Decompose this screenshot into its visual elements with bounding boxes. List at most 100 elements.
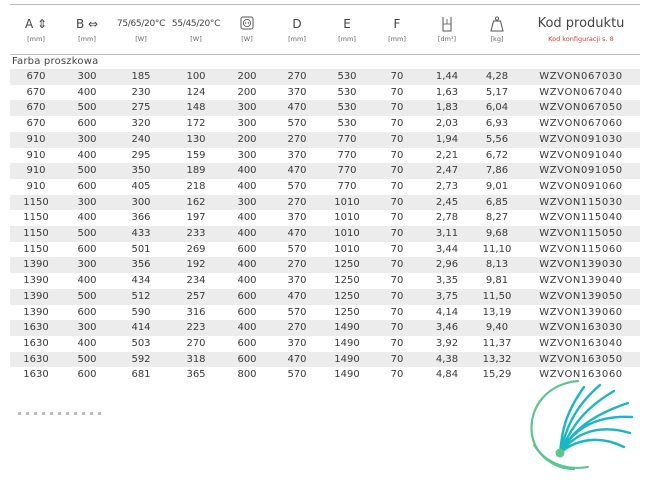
cell-power-75: 366 — [131, 212, 151, 224]
cell-volume: 2,96 — [422, 257, 472, 274]
cell-volume: 2,47 — [422, 163, 472, 179]
cell-b: 300 — [62, 69, 112, 85]
header-d-label: D — [292, 17, 302, 31]
header-e-unit: [mm] — [338, 35, 356, 43]
cell-b: 400 — [77, 275, 97, 287]
cell-d: 270 — [272, 257, 322, 274]
cell-electric: 600 — [237, 337, 257, 349]
cell-product-code: WZVON139040 — [539, 275, 623, 287]
cell-power-75: 503 — [131, 337, 151, 349]
cell-weight: 6,93 — [485, 118, 509, 130]
cell-a: 1390 — [23, 275, 49, 287]
cell-electric: 300 — [237, 118, 257, 130]
cell-volume: 3,11 — [422, 226, 472, 242]
cell-power-75: 275 — [112, 100, 170, 117]
cell-d: 370 — [287, 86, 307, 98]
header-power-75-unit: [W] — [135, 35, 147, 43]
table-row: 1630 300 414 223 400 270 1490 70 3,46 9,40 WZVON16… — [10, 320, 640, 336]
cell-volume: 1,44 — [422, 69, 472, 85]
section-row: Farba proszkowa — [10, 55, 640, 70]
cell-e: 1010 — [322, 226, 372, 242]
cell-d: 470 — [272, 351, 322, 368]
cell-a: 1630 — [10, 320, 62, 336]
header-power-75-label: 75/65/20°C — [116, 19, 166, 29]
cell-power-55: 148 — [170, 100, 222, 117]
cell-a: 670 — [26, 118, 46, 130]
cell-b: 300 — [62, 257, 112, 274]
cell-volume: 3,75 — [422, 288, 472, 305]
cell-a: 1630 — [23, 369, 49, 381]
table-row: 910 400 295 159 300 370 770 70 2,21 6,72 WZVON0910… — [10, 148, 640, 164]
cell-f: 70 — [372, 69, 422, 85]
cell-a: 1150 — [10, 226, 62, 242]
cell-volume: 4,14 — [435, 306, 459, 318]
table-row: 670 600 320 172 300 570 530 70 2,03 6,93 WZVON0670… — [10, 116, 640, 132]
cell-weight: 5,17 — [485, 86, 509, 98]
cell-electric: 400 — [222, 163, 272, 179]
cell-power-55: 100 — [170, 69, 222, 85]
cell-power-75: 240 — [112, 131, 170, 148]
header-product-code-label: Kod produktu — [537, 16, 625, 31]
cell-a: 1390 — [23, 306, 49, 318]
cell-b: 300 — [62, 194, 112, 211]
header-power-55: 55/45/20°C [W] — [170, 10, 222, 55]
cell-d: 370 — [287, 149, 307, 161]
header-b: B ⇔ [mm] — [62, 10, 112, 55]
brand-logo-mark — [530, 379, 634, 471]
cell-weight: 4,28 — [472, 69, 522, 85]
cell-power-55: 233 — [170, 226, 222, 242]
cell-f: 70 — [390, 118, 404, 130]
cell-product-code: WZVON163030 — [522, 320, 640, 336]
table-row: 1390 300 356 192 400 270 1250 70 2,96 8,13 WZVON13… — [10, 257, 640, 274]
cell-f: 70 — [390, 369, 404, 381]
cell-power-75: 433 — [112, 226, 170, 242]
cell-power-75: 320 — [131, 118, 151, 130]
cell-b: 400 — [77, 337, 97, 349]
header-weight-unit: [kg] — [490, 35, 504, 43]
cell-f: 70 — [390, 306, 404, 318]
cell-volume: 2,45 — [422, 194, 472, 211]
cell-a: 1150 — [10, 194, 62, 211]
cell-b: 600 — [77, 180, 97, 192]
cell-b: 500 — [62, 226, 112, 242]
header-electric: [W] — [222, 10, 272, 55]
cell-power-55: 159 — [186, 149, 206, 161]
cell-b: 500 — [62, 288, 112, 305]
cell-power-75: 185 — [112, 69, 170, 85]
cell-f: 70 — [390, 212, 404, 224]
header-f: F [mm] — [372, 10, 422, 55]
cell-electric: 600 — [222, 351, 272, 368]
cell-power-55: 130 — [170, 131, 222, 148]
cell-volume: 2,03 — [435, 118, 459, 130]
cell-d: 570 — [287, 243, 307, 255]
cell-e: 770 — [322, 131, 372, 148]
header-f-label: F — [393, 17, 401, 31]
cell-d: 470 — [272, 100, 322, 117]
table-row: 1390 400 434 234 400 370 1250 70 3,35 9,81 WZVON13… — [10, 273, 640, 289]
cell-weight: 11,10 — [482, 243, 512, 255]
cell-power-55: 124 — [186, 86, 206, 98]
header-weight: [kg] — [472, 10, 522, 55]
cell-d: 470 — [272, 163, 322, 179]
header-d: D [mm] — [272, 10, 322, 55]
spec-page: A ⇕ [mm] B ⇔ [mm] 75/65/20°C [W] 55/45/2… — [0, 0, 650, 499]
table-row: 1150 300 300 162 300 270 1010 70 2,45 6,85 WZVON11… — [10, 194, 640, 211]
cell-f: 70 — [372, 226, 422, 242]
cell-d: 570 — [287, 306, 307, 318]
cell-electric: 400 — [237, 275, 257, 287]
table-body: Farba proszkowa 670 300 185 100 200 270 530 70 1… — [10, 55, 640, 384]
header-e-label: E — [343, 17, 351, 31]
cell-weight: 8,27 — [485, 212, 509, 224]
cell-volume: 1,94 — [422, 131, 472, 148]
cell-d: 270 — [272, 320, 322, 336]
cell-e: 1250 — [322, 288, 372, 305]
cell-a: 670 — [26, 86, 46, 98]
table-row: 1630 500 592 318 600 470 1490 70 4,38 13,32 WZVON1… — [10, 351, 640, 368]
table-row: 910 300 240 130 200 270 770 70 1,94 5,56 WZVON0910… — [10, 131, 640, 148]
table-row: 1390 600 590 316 600 570 1250 70 4,14 13,19 WZVON1… — [10, 305, 640, 321]
header-e: E [mm] — [322, 10, 372, 55]
cell-weight: 8,13 — [472, 257, 522, 274]
cell-power-55: 218 — [186, 180, 206, 192]
cell-e: 770 — [337, 149, 357, 161]
cell-power-55: 257 — [170, 288, 222, 305]
